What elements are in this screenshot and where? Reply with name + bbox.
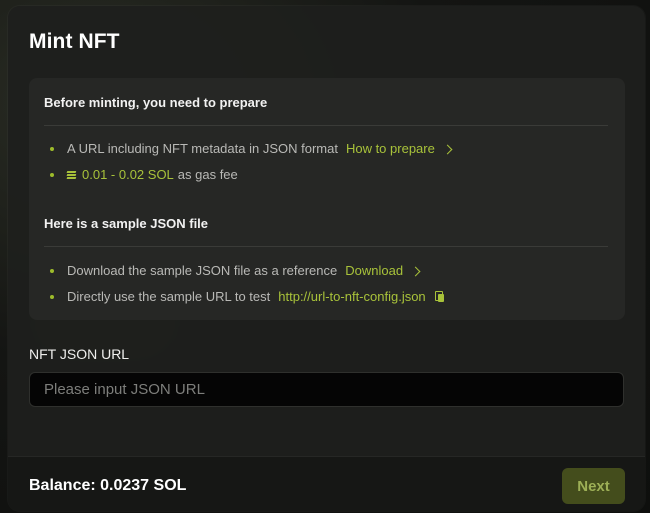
gas-fee-suffix: as gas fee (177, 167, 238, 182)
nft-json-url-input[interactable] (29, 372, 624, 407)
metadata-requirement-text: A URL including NFT metadata in JSON for… (67, 141, 338, 156)
chevron-right-icon (410, 266, 421, 276)
balance-display: Balance: 0.0237 SOL (29, 477, 187, 494)
bullet-icon (50, 172, 54, 177)
solana-icon (66, 170, 77, 179)
preparation-info-card: Before minting, you need to prepare A UR… (29, 78, 625, 320)
next-button[interactable]: Next (562, 468, 625, 504)
list-item-gas-fee: 0.01 - 0.02 SOL as gas fee (50, 167, 238, 182)
mint-nft-dialog: Mint NFT Before minting, you need to pre… (8, 6, 645, 511)
sample-url-link[interactable]: http://url-to-nft-config.json (278, 289, 425, 304)
prepare-heading: Before minting, you need to prepare (44, 95, 268, 110)
download-link[interactable]: Download (345, 263, 421, 278)
divider (44, 125, 608, 126)
list-item-download: Download the sample JSON file as a refer… (50, 263, 421, 278)
copy-icon[interactable] (434, 291, 445, 302)
list-item-sample-url: Directly use the sample URL to test http… (50, 289, 445, 304)
divider (44, 246, 608, 247)
sample-heading: Here is a sample JSON file (44, 216, 209, 231)
sample-url-value: http://url-to-nft-config.json (278, 289, 426, 304)
download-description: Download the sample JSON file as a refer… (67, 263, 338, 278)
how-to-prepare-label: How to prepare (345, 141, 435, 156)
dialog-title: Mint NFT (29, 30, 120, 53)
dialog-footer: Balance: 0.0237 SOL Next (8, 456, 645, 511)
list-item-metadata: A URL including NFT metadata in JSON for… (50, 141, 453, 156)
download-label: Download (345, 263, 404, 278)
bullet-icon (50, 268, 54, 273)
nft-json-url-label: NFT JSON URL (29, 346, 130, 362)
how-to-prepare-link[interactable]: How to prepare (345, 141, 453, 156)
gas-fee-amount: 0.01 - 0.02 SOL (82, 167, 174, 182)
bullet-icon (50, 146, 54, 151)
sample-url-description: Directly use the sample URL to test (67, 289, 271, 304)
chevron-right-icon (442, 144, 453, 154)
bullet-icon (50, 294, 54, 299)
